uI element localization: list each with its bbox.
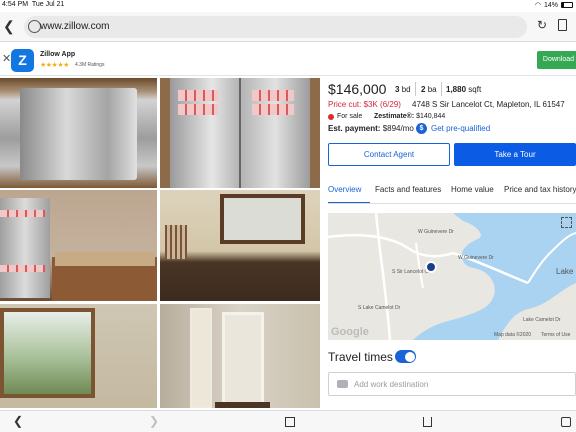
travel-times-title: Travel times <box>328 350 393 364</box>
travel-times-toggle[interactable] <box>395 350 416 363</box>
zestimate: Zestimate®: $140,844 <box>374 113 446 120</box>
street-label: S Sir Lancelot Ct <box>392 269 430 275</box>
photo-hallway[interactable] <box>160 304 320 408</box>
share-icon[interactable] <box>423 417 432 427</box>
fullscreen-icon[interactable] <box>561 217 572 228</box>
work-destination-placeholder: Add work destination <box>354 380 429 389</box>
tab-overview[interactable]: Overview <box>328 185 361 194</box>
sqft: 1,880 sqft <box>446 85 482 94</box>
tab-home-value[interactable]: Home value <box>451 185 494 194</box>
bookmark-icon[interactable] <box>558 19 567 31</box>
active-tab-indicator <box>328 202 370 203</box>
back-icon[interactable]: ❮ <box>3 18 15 35</box>
photo-refrigerator[interactable] <box>160 78 320 188</box>
app-banner: ✕ Z Zillow App ★★★★★ 4.3M Ratings Downlo… <box>0 43 576 76</box>
photo-bedroom[interactable] <box>0 304 157 408</box>
take-tour-button[interactable]: Take a Tour <box>454 143 576 166</box>
listing-details: $146,000 3 bd 2 ba 1,880 sqft Price cut:… <box>321 76 576 408</box>
contact-agent-button[interactable]: Contact Agent <box>328 143 450 166</box>
price-cut: Price cut: $3K (6/29) <box>328 100 401 109</box>
car-icon <box>337 380 348 388</box>
app-name: Zillow App <box>40 51 76 58</box>
forward-icon[interactable]: ❯ <box>149 414 159 428</box>
street-label: W Guinevere Dr <box>458 255 494 261</box>
street-label: S Lake Camelot Dr <box>358 305 401 311</box>
est-payment: Est. payment: $894/mo <box>328 124 414 133</box>
browser-bar: ❮ www.zillow.com ↻ <box>0 12 576 42</box>
photo-kitchen[interactable] <box>0 190 157 301</box>
battery-label: 14% <box>543 1 558 9</box>
close-icon[interactable]: ✕ <box>2 52 11 65</box>
status-time: 4:54 PM Tue Jul 21 <box>2 1 65 8</box>
status-label: For sale <box>337 113 363 120</box>
status-right: ◠ 14% <box>535 1 573 9</box>
map-data-label: Map data ©2020 <box>494 332 532 338</box>
listing-price: $146,000 <box>328 81 387 97</box>
reload-icon[interactable]: ↻ <box>537 18 547 32</box>
url-text: www.zillow.com <box>40 21 110 32</box>
tab-price-tax[interactable]: Price and tax history <box>504 185 576 194</box>
detail-tabs: Overview Facts and features Home value P… <box>328 180 576 204</box>
photo-dishwasher[interactable] <box>0 78 157 188</box>
pre-qualified-link[interactable]: Get pre-qualified <box>431 124 490 133</box>
map-terms-link[interactable]: Terms of Use <box>541 332 570 338</box>
tab-facts[interactable]: Facts and features <box>375 185 441 194</box>
lake-label: Lake <box>556 267 574 276</box>
location-map[interactable]: W Guinevere Dr W Guinevere Dr S Sir Lanc… <box>328 213 576 340</box>
ratings-count: 4.3M Ratings <box>75 62 105 68</box>
download-button[interactable]: Download <box>537 51 576 69</box>
for-sale-dot-icon <box>328 114 334 120</box>
photo-living-room[interactable] <box>160 190 320 301</box>
status-bar: 4:54 PM Tue Jul 21 ◠ 14% <box>0 0 576 12</box>
back-icon[interactable]: ❮ <box>13 414 23 428</box>
divider <box>441 82 442 96</box>
home-pin-icon[interactable] <box>425 261 437 273</box>
dollar-icon: $ <box>416 123 427 134</box>
zillow-logo-icon: Z <box>11 49 34 72</box>
beds: 3 bd <box>395 85 411 94</box>
baths: 2 ba <box>421 85 437 94</box>
work-destination-input[interactable]: Add work destination <box>328 372 576 396</box>
photo-grid <box>0 78 321 408</box>
home-icon[interactable] <box>285 417 295 427</box>
listing-address: 4748 S Sir Lancelot Ct, Mapleton, IL 615… <box>412 100 565 109</box>
street-label: Lake Camelot Dr <box>523 317 561 323</box>
divider <box>415 82 416 96</box>
browser-toolbar: ❮ ❯ <box>0 410 576 432</box>
wifi-icon: ◠ <box>534 2 541 9</box>
street-label: W Guinevere Dr <box>418 229 454 235</box>
google-logo: Google <box>331 326 369 338</box>
tabs-icon[interactable] <box>561 417 571 427</box>
rating-stars: ★★★★★ <box>40 62 69 69</box>
battery-icon <box>561 2 573 8</box>
address-bar[interactable]: www.zillow.com <box>24 16 527 38</box>
